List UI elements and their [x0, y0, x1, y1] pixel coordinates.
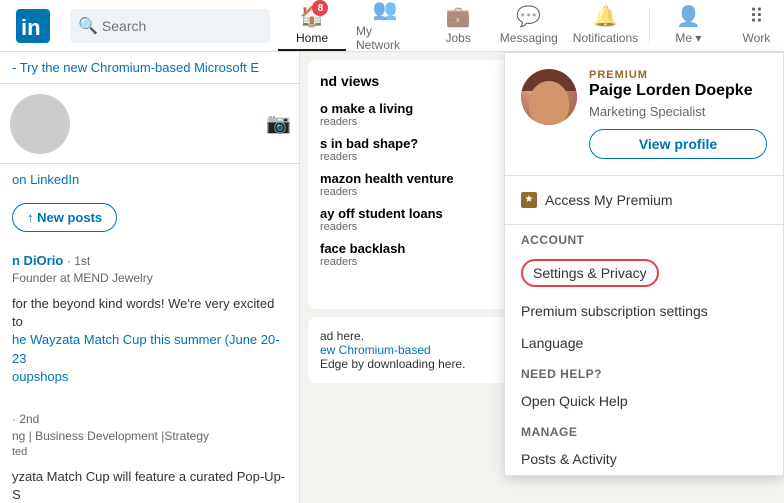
messaging-icon: 💬 [516, 4, 541, 29]
access-premium-section: ★ Access My Premium [505, 176, 783, 225]
profile-card: 📷 [0, 84, 299, 164]
settings-privacy-label: Settings & Privacy [521, 259, 659, 287]
dropdown-profile-section: PREMIUM Paige Lorden Doepke Marketing Sp… [505, 53, 783, 176]
camera-area[interactable]: 📷 [258, 103, 299, 144]
nav-item-network[interactable]: 👥 My Network [346, 0, 424, 51]
post-1-title: Founder at MEND Jewelry [12, 270, 287, 287]
dropdown-user-name: Paige Lorden Doepke [589, 81, 767, 102]
nav-item-home[interactable]: 🏠 8 Home [278, 0, 346, 51]
nav-item-me[interactable]: 👤 Me ▾ [654, 0, 722, 51]
profile-photo-area [0, 84, 80, 164]
post-2-text1: yzata Match Cup will feature a curated P… [12, 468, 287, 503]
linkedin-label: on LinkedIn [0, 164, 299, 195]
post-2-content: yzata Match Cup will feature a curated P… [12, 468, 287, 503]
dropdown-overlay: PREMIUM Paige Lorden Doepke Marketing Sp… [504, 52, 784, 476]
language-item[interactable]: Language [505, 327, 783, 359]
me-with-arrow: 👤 Me ▾ [675, 4, 701, 45]
work-icon: ⠿ [749, 4, 764, 29]
jobs-icon: 💼 [446, 4, 471, 29]
profile-card-content [80, 116, 258, 132]
me-icon: 👤 [676, 4, 701, 29]
premium-star-icon: ★ [521, 192, 537, 208]
dropdown-user-info: PREMIUM Paige Lorden Doepke Marketing Sp… [589, 69, 767, 159]
dropdown-avatar [521, 69, 577, 125]
nav-label-home: Home [296, 31, 328, 45]
nav-item-work[interactable]: ⠿ Work [722, 0, 784, 51]
post-2-degree: · 2nd [12, 412, 39, 426]
post-1-name: n DiOrio [12, 253, 63, 268]
dropdown-menu: PREMIUM Paige Lorden Doepke Marketing Sp… [504, 52, 784, 476]
news-title-text: nd views [320, 73, 379, 89]
notifications-icon: 🔔 [593, 4, 618, 29]
post-link2[interactable]: oupshops [12, 368, 287, 386]
post-content-text: for the beyond kind words! We're very ex… [12, 296, 274, 329]
access-premium-label: Access My Premium [545, 192, 673, 208]
premium-label: PREMIUM [589, 69, 648, 81]
post-1-content: for the beyond kind words! We're very ex… [12, 295, 287, 368]
view-profile-button[interactable]: View profile [589, 129, 767, 159]
nav-label-notifications: Notifications [573, 31, 638, 45]
nav-label-me: Me ▾ [675, 31, 701, 45]
search-icon: 🔍 [78, 16, 98, 36]
dropdown-user-title: Marketing Specialist [589, 104, 767, 119]
post-link[interactable]: he Wayzata Match Cup this summer (June 2… [12, 332, 280, 365]
premium-sub-item[interactable]: Premium subscription settings [505, 295, 783, 327]
network-icon: 👥 [373, 0, 398, 22]
settings-item[interactable]: Settings & Privacy [505, 251, 783, 295]
posts-activity-item[interactable]: Posts & Activity [505, 443, 783, 475]
help-section-header: NEED HELP? [505, 359, 783, 385]
manage-section-header: MANAGE [505, 417, 783, 443]
post-2-status: ted [12, 445, 287, 460]
nav-item-messaging[interactable]: 💬 Messaging [492, 0, 565, 51]
chromium-banner[interactable]: - Try the new Chromium-based Microsoft E [0, 52, 299, 84]
post-2-meta: · 2nd ng | Business Development |Strateg… [12, 410, 287, 460]
nav-item-jobs[interactable]: 💼 Jobs [424, 0, 492, 51]
post-1: n DiOrio · 1st Founder at MEND Jewelry f… [0, 240, 299, 398]
access-premium-item[interactable]: ★ Access My Premium [521, 184, 767, 216]
nav-item-notifications[interactable]: 🔔 Notifications [565, 0, 645, 51]
nav-items: 🏠 8 Home 👥 My Network 💼 Jobs 💬 Messaging… [278, 0, 784, 51]
navbar: in 🔍 🏠 8 Home 👥 My Network 💼 Jobs 💬 Mess… [0, 0, 784, 52]
new-posts-button[interactable]: ↑ New posts [12, 203, 117, 232]
post-2: · 2nd ng | Business Development |Strateg… [0, 398, 299, 503]
nav-label-work: Work [743, 31, 771, 45]
home-icon: 🏠 8 [300, 4, 325, 29]
camera-icon: 📷 [266, 113, 291, 135]
nav-label-network: My Network [356, 24, 414, 52]
quick-help-item[interactable]: Open Quick Help [505, 385, 783, 417]
search-input[interactable] [102, 18, 262, 34]
svg-text:in: in [21, 15, 41, 40]
nav-label-jobs: Jobs [445, 31, 470, 45]
search-bar[interactable]: 🔍 [70, 9, 270, 43]
post-1-author: n DiOrio · 1st [12, 252, 287, 270]
post-1-degree: · 1st [67, 254, 90, 268]
new-posts-area: ↑ New posts [0, 195, 299, 240]
profile-photo [10, 94, 70, 154]
account-section-header: ACCOUNT [505, 225, 783, 251]
post-2-title: ng | Business Development |Strategy [12, 428, 287, 445]
home-badge: 8 [312, 0, 328, 16]
premium-badge: PREMIUM [589, 69, 767, 81]
left-panel: - Try the new Chromium-based Microsoft E… [0, 52, 300, 503]
linkedin-logo[interactable]: in [8, 0, 58, 51]
nav-label-messaging: Messaging [500, 31, 558, 45]
